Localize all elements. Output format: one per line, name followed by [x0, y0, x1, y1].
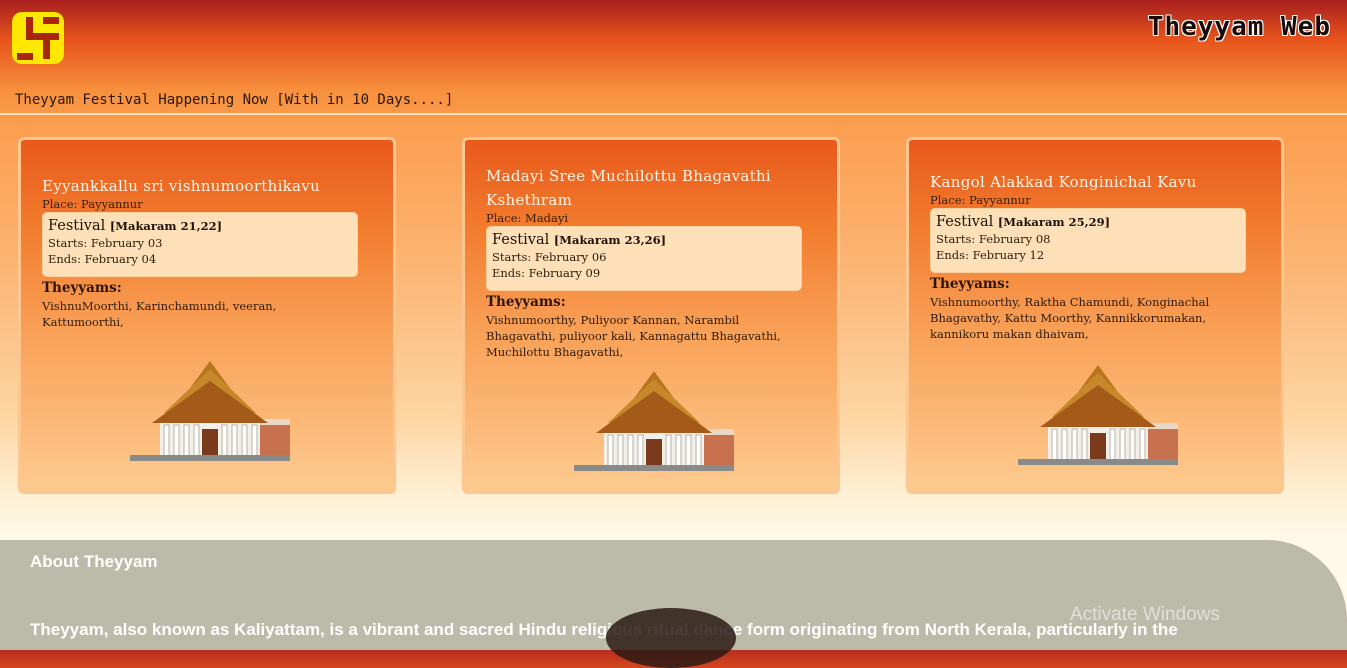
top-header: Theyyam Web Theyyam Festival Happening N… — [0, 0, 1347, 114]
festival-start: Starts: February 03 — [48, 236, 163, 250]
header-divider — [0, 113, 1347, 115]
festival-label: Festival — [48, 218, 106, 234]
festival-heading: Festival [Makaram 25,29] — [936, 213, 1240, 231]
place-label: Place: Madayi — [486, 211, 569, 225]
festival-end: Ends: February 04 — [48, 252, 157, 266]
theyyams-label: Theyyams: — [42, 280, 122, 296]
festival-card[interactable]: Eyyankkallu sri vishnumoorthikavu Place:… — [18, 137, 396, 494]
festival-end: Ends: February 09 — [492, 266, 601, 280]
festival-start: Starts: February 08 — [936, 232, 1051, 246]
festival-card[interactable]: Madayi Sree Muchilottu Bhagavathi Ksheth… — [462, 137, 840, 494]
festival-heading: Festival [Makaram 23,26] — [492, 231, 796, 249]
festival-dates: [Makaram 25,29] — [997, 215, 1111, 229]
festival-end: Ends: February 12 — [936, 248, 1045, 262]
theyyams-label: Theyyams: — [930, 276, 1010, 292]
about-title: About Theyyam — [30, 552, 158, 571]
festival-dates: [Makaram 21,22] — [109, 219, 223, 233]
temple-image — [574, 371, 734, 471]
festival-info-box: Festival [Makaram 21,22] Starts: Februar… — [42, 212, 358, 277]
temple-image — [1018, 365, 1178, 465]
activate-windows-watermark: Activate Windows — [1070, 604, 1220, 625]
festival-start: Starts: February 06 — [492, 250, 607, 264]
theyyams-label: Theyyams: — [486, 294, 566, 310]
place-label: Place: Payyannur — [930, 193, 1031, 207]
swastika-icon[interactable] — [12, 12, 64, 64]
festival-info-box: Festival [Makaram 23,26] Starts: Februar… — [486, 226, 802, 291]
temple-title[interactable]: Madayi Sree Muchilottu Bhagavathi Ksheth… — [486, 164, 806, 212]
festival-headline: Theyyam Festival Happening Now [With in … — [15, 92, 454, 108]
temple-image — [130, 361, 290, 461]
brand-logo-text[interactable]: Theyyam Web — [1148, 12, 1331, 42]
festival-label: Festival — [492, 232, 550, 248]
theyyams-list: Vishnumoorthy, Raktha Chamundi, Konginac… — [930, 295, 1210, 341]
temple-title[interactable]: Kangol Alakkad Konginichal Kavu — [930, 170, 1250, 194]
theyyams-list: Vishnumoorthy, Puliyoor Kannan, Narambil… — [486, 313, 781, 359]
festival-card[interactable]: Kangol Alakkad Konginichal Kavu Place: P… — [906, 137, 1284, 494]
festival-heading: Festival [Makaram 21,22] — [48, 217, 352, 235]
decorative-shadow — [606, 608, 736, 668]
festival-dates: [Makaram 23,26] — [553, 233, 667, 247]
festival-info-box: Festival [Makaram 25,29] Starts: Februar… — [930, 208, 1246, 273]
theyyams-list: VishnuMoorthi, Karinchamundi, veeran, Ka… — [42, 299, 277, 329]
temple-title[interactable]: Eyyankkallu sri vishnumoorthikavu — [42, 174, 362, 198]
festival-label: Festival — [936, 214, 994, 230]
place-label: Place: Payyannur — [42, 197, 143, 211]
